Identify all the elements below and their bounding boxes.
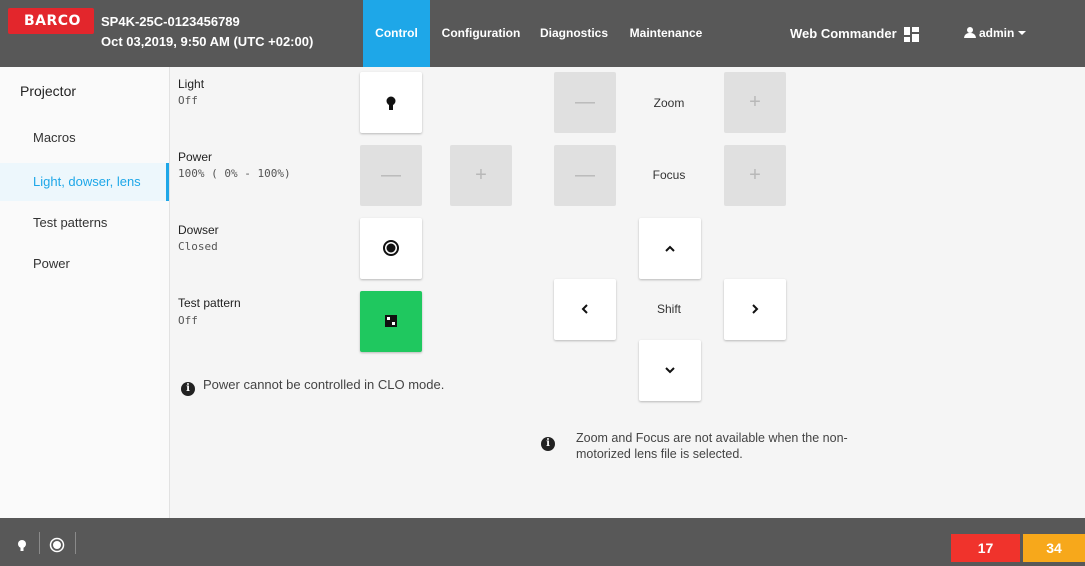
dowser-status-icon <box>49 537 65 553</box>
chevron-down-icon <box>1018 31 1027 35</box>
user-name: admin <box>979 26 1015 40</box>
warning-count-badge[interactable]: 34 <box>1023 534 1085 562</box>
shift-up-button[interactable] <box>639 218 701 279</box>
chevron-down-icon <box>665 367 675 374</box>
tab-control[interactable]: Control <box>363 0 430 67</box>
focus-decrease-button[interactable]: — <box>554 145 616 206</box>
user-menu[interactable]: admin <box>964 0 1027 67</box>
device-name: SP4K-25C-0123456789 <box>101 14 240 29</box>
info-icon: i <box>541 437 555 451</box>
sidebar-item-light-dowser-lens[interactable]: Light, dowser, lens <box>0 163 169 201</box>
power-value: 100% ( 0% - 100%) <box>178 167 291 180</box>
zoom-label: Zoom <box>653 96 685 110</box>
sidebar: Projector Macros Light, dowser, lens Tes… <box>0 67 170 518</box>
chevron-left-icon <box>581 304 588 314</box>
minus-icon: — <box>381 164 401 186</box>
test-pattern-value: Off <box>178 314 198 327</box>
light-toggle-button[interactable] <box>360 72 422 133</box>
lens-info-line-1: Zoom and Focus are not available when th… <box>576 431 848 445</box>
sidebar-item-macros[interactable]: Macros <box>0 119 169 157</box>
brand-label: BARCO <box>24 13 81 29</box>
dowser-value: Closed <box>178 240 218 253</box>
plus-icon: + <box>475 164 487 186</box>
power-label: Power <box>178 150 213 164</box>
zoom-in-button[interactable]: + <box>724 72 786 133</box>
barco-logo: BARCO <box>8 8 94 34</box>
info-icon: i <box>181 382 195 396</box>
dowser-toggle-button[interactable] <box>360 218 422 279</box>
sidebar-item-test-patterns[interactable]: Test patterns <box>0 204 169 242</box>
focus-label: Focus <box>652 168 686 182</box>
sidebar-item-power[interactable]: Power <box>0 245 169 283</box>
status-bar: 17 34 <box>0 518 1085 566</box>
device-datetime: Oct 03,2019, 9:50 AM (UTC +02:00) <box>101 34 314 49</box>
focus-increase-button[interactable]: + <box>724 145 786 206</box>
minus-icon: — <box>575 91 595 113</box>
dashboard-icon[interactable] <box>904 27 919 42</box>
light-label: Light <box>178 77 205 91</box>
lens-info-line-2: motorized lens file is selected. <box>576 447 743 461</box>
power-increase-button[interactable]: + <box>450 145 512 206</box>
tab-maintenance[interactable]: Maintenance <box>620 0 712 67</box>
test-pattern-button[interactable] <box>360 291 422 352</box>
zoom-out-button[interactable]: — <box>554 72 616 133</box>
chevron-up-icon <box>665 245 675 252</box>
top-bar: BARCO SP4K-25C-0123456789 Oct 03,2019, 9… <box>0 0 1085 67</box>
power-info-note: i Power cannot be controlled in CLO mode. <box>181 377 444 396</box>
tab-configuration[interactable]: Configuration <box>434 0 528 67</box>
user-icon <box>964 27 976 38</box>
power-info-text: Power cannot be controlled in CLO mode. <box>203 377 445 392</box>
light-value: Off <box>178 94 198 107</box>
shift-down-button[interactable] <box>639 340 701 401</box>
sidebar-title: Projector <box>20 83 77 99</box>
shift-right-button[interactable] <box>724 279 786 340</box>
status-divider <box>39 532 40 554</box>
plus-icon: + <box>749 91 761 113</box>
shift-left-button[interactable] <box>554 279 616 340</box>
test-pattern-label: Test pattern <box>178 296 241 310</box>
minus-icon: — <box>575 164 595 186</box>
error-count-badge[interactable]: 17 <box>951 534 1020 562</box>
checkerboard-icon <box>385 315 397 327</box>
power-decrease-button[interactable]: — <box>360 145 422 206</box>
plus-icon: + <box>749 164 761 186</box>
dowser-label: Dowser <box>178 223 219 237</box>
status-divider <box>75 532 76 554</box>
dowser-closed-icon <box>383 240 399 256</box>
web-commander-link[interactable]: Web Commander <box>790 0 897 67</box>
tab-diagnostics[interactable]: Diagnostics <box>532 0 616 67</box>
shift-label: Shift <box>656 302 681 316</box>
chevron-right-icon <box>752 304 759 314</box>
lightbulb-icon <box>386 96 396 110</box>
lightbulb-status-icon <box>18 540 26 551</box>
